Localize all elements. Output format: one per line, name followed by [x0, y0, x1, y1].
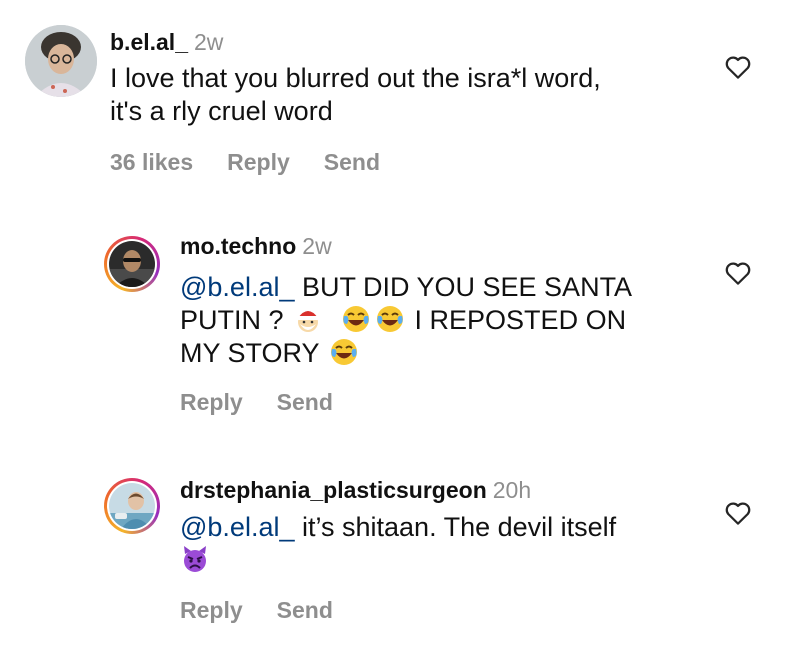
comment-text-fragment: it’s shitaan. The devil itself [294, 512, 617, 542]
send-button[interactable]: Send [277, 597, 333, 623]
username[interactable]: mo.techno [180, 233, 296, 259]
send-button[interactable]: Send [324, 149, 380, 175]
comment-actions: 36 likes Reply Send [110, 148, 414, 176]
heart-icon[interactable] [723, 258, 753, 288]
comment-text: @b.el.al_ BUT DID YOU SEE SANTA PUTIN ? [180, 271, 632, 370]
face-with-tears-of-joy-icon [343, 306, 370, 332]
likes-count[interactable]: 36 likes [110, 149, 193, 175]
comment-2: mo.techno 2w @b.el.al_ BUT DID YOU SEE SA… [0, 200, 800, 450]
comment-text-fragment: I REPOSTED ON [407, 305, 627, 335]
avatar[interactable] [104, 236, 160, 292]
comment-header: drstephania_plasticsurgeon 20h [180, 476, 531, 504]
timestamp: 2w [193, 29, 224, 55]
comment-header: mo.techno 2w [180, 232, 332, 260]
comment-text-line: @b.el.al_ BUT DID YOU SEE SANTA [180, 271, 632, 304]
reply-button[interactable]: Reply [180, 389, 243, 415]
comment-text-line: I love that you blurred out the isra*l w… [110, 63, 601, 93]
send-button[interactable]: Send [277, 389, 333, 415]
timestamp: 20h [492, 477, 532, 503]
comment-text-line [180, 544, 616, 577]
face-with-tears-of-joy-icon [330, 339, 357, 365]
comment-actions: Reply Send [180, 596, 367, 624]
comment-1: b.el.al_ 2w I love that you blurred out t… [0, 0, 800, 200]
comment-text-line: @b.el.al_ it’s shitaan. The devil itself [180, 511, 616, 544]
comment-actions: Reply Send [180, 388, 367, 416]
username[interactable]: b.el.al_ [110, 29, 188, 55]
mention-link[interactable]: @b.el.al_ [180, 272, 294, 302]
face-with-tears-of-joy-icon [377, 306, 404, 332]
heart-icon[interactable] [723, 498, 753, 528]
comment-header: b.el.al_ 2w [110, 28, 223, 56]
avatar[interactable] [25, 25, 97, 97]
mention-link[interactable]: @b.el.al_ [180, 512, 294, 542]
comment-text: I love that you blurred out the isra*l w… [110, 62, 601, 128]
comment-text-line: PUTIN ? I REPOSTED ON [180, 304, 632, 337]
santa-emoji-icon [297, 307, 322, 332]
heart-icon[interactable] [723, 52, 753, 82]
avatar[interactable] [104, 478, 160, 534]
timestamp: 2w [302, 233, 332, 259]
username[interactable]: drstephania_plasticsurgeon [180, 477, 487, 503]
angry-devil-emoji-icon [184, 546, 206, 572]
comment-text-line: it's a rly cruel word [110, 96, 333, 126]
comment-text-fragment: MY STORY [180, 338, 327, 368]
comment-3: drstephania_plasticsurgeon 20h @b.el.al_ … [0, 450, 800, 658]
reply-button[interactable]: Reply [180, 597, 243, 623]
comment-text-fragment: PUTIN ? [180, 305, 292, 335]
comment-text-line: MY STORY [180, 337, 632, 370]
comment-text-fragment: BUT DID YOU SEE SANTA [294, 272, 633, 302]
reply-button[interactable]: Reply [227, 149, 290, 175]
comment-text: @b.el.al_ it’s shitaan. The devil itself [180, 511, 616, 577]
